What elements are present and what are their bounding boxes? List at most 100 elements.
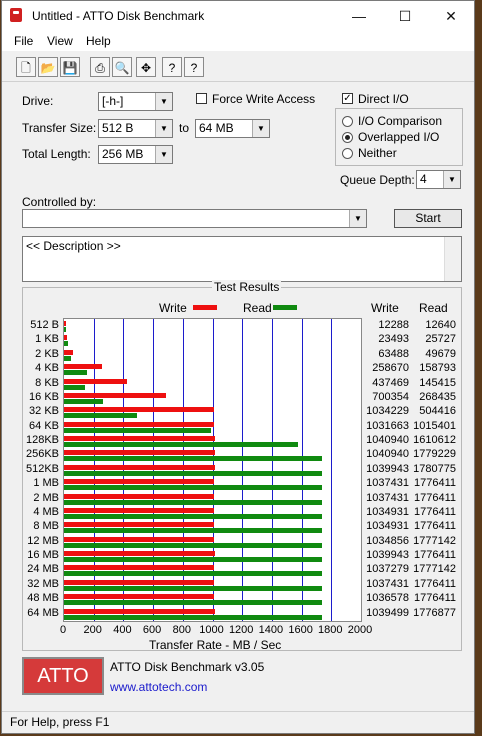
write-value: 12288 [378, 319, 409, 331]
website-link[interactable]: www.attotech.com [110, 680, 207, 694]
read-value: 1776411 [413, 592, 456, 605]
write-value: 1040940 [366, 434, 409, 447]
status-text: For Help, press F1 [10, 715, 110, 729]
read-bar [64, 528, 322, 534]
row-label: 4 KB [35, 362, 59, 375]
toolbar: 🗋 📂 💾 ⎙ 🔍 ✥ ? ? [2, 53, 474, 82]
write-value: 1039499 [366, 606, 409, 619]
read-bar [64, 341, 68, 347]
row-label: 64 MB [27, 606, 59, 619]
write-value: 1039943 [366, 462, 409, 475]
product-name: ATTO Disk Benchmark v3.05 [110, 660, 265, 674]
context-help-icon[interactable]: ? [184, 57, 204, 77]
row-label: 64 KB [29, 419, 59, 432]
transfer-size-from-value: 512 B [102, 121, 134, 135]
read-value: 1015401 [413, 419, 456, 432]
write-bar [64, 436, 215, 442]
maximize-button[interactable]: ☐ [382, 1, 428, 31]
window-title: Untitled - ATTO Disk Benchmark [32, 9, 205, 23]
move-icon[interactable]: ✥ [136, 57, 156, 77]
menu-help[interactable]: Help [86, 34, 111, 48]
write-bar [64, 392, 166, 398]
new-file-icon[interactable]: 🗋 [16, 57, 36, 77]
write-bar [64, 594, 215, 600]
menu-view[interactable]: View [47, 34, 73, 48]
drive-label: Drive: [22, 94, 54, 108]
read-value: 25727 [425, 333, 456, 346]
row-label: 1 MB [33, 477, 59, 490]
read-value: 12640 [425, 319, 456, 331]
read-value: 1776411 [413, 549, 456, 562]
description-box[interactable]: << Description >> [22, 236, 462, 282]
description-scrollbar[interactable] [444, 237, 461, 281]
write-bar [64, 522, 215, 528]
menu-file[interactable]: File [14, 34, 33, 48]
write-value: 63488 [378, 347, 409, 360]
write-bar [64, 479, 215, 485]
write-bar [64, 364, 102, 370]
row-label: 48 MB [27, 592, 59, 605]
read-bar [64, 571, 322, 577]
chevron-down-icon: ▼ [443, 171, 460, 188]
results-title: Test Results [212, 280, 282, 294]
write-bar [64, 493, 215, 499]
row-label: 32 KB [29, 405, 59, 418]
row-label: 1 KB [35, 333, 59, 346]
read-value: 1777142 [413, 563, 456, 576]
write-bar [64, 551, 215, 557]
write-value: 1031663 [366, 419, 409, 432]
drive-value: [-h-] [102, 94, 124, 108]
print-preview-icon[interactable]: 🔍 [112, 57, 132, 77]
transfer-size-to-select[interactable]: 64 MB ▼ [195, 119, 270, 138]
chevron-down-icon: ▼ [155, 93, 172, 110]
row-label: 8 MB [33, 520, 59, 533]
row-label: 128KB [25, 434, 59, 447]
write-value: 258670 [372, 362, 409, 375]
print-icon[interactable]: ⎙ [90, 57, 110, 77]
direct-io-checkbox[interactable]: ✓ [342, 93, 353, 104]
row-label: 512 B [30, 319, 59, 331]
minimize-button[interactable]: — [336, 1, 382, 31]
write-value: 437469 [372, 376, 409, 389]
legend-read-label: Read [243, 301, 272, 315]
controlled-by-select[interactable]: ▼ [22, 209, 367, 228]
to-label: to [179, 121, 190, 135]
drive-select[interactable]: [-h-] ▼ [98, 92, 173, 111]
read-value: 1776411 [413, 505, 456, 518]
write-bar [64, 349, 74, 355]
read-bar [64, 513, 322, 519]
close-button[interactable]: ✕ [428, 1, 474, 31]
direct-io-label: Direct I/O [358, 92, 409, 106]
overlapped-io-radio[interactable] [342, 132, 353, 143]
read-value: 1776411 [413, 491, 456, 504]
read-value: 158793 [419, 362, 456, 375]
queue-depth-select[interactable]: 4 ▼ [416, 170, 461, 189]
read-bar [64, 485, 322, 491]
read-value: 504416 [419, 405, 456, 418]
start-button[interactable]: Start [394, 209, 462, 228]
read-bar [64, 585, 322, 591]
row-label: 16 MB [27, 549, 59, 562]
neither-radio[interactable] [342, 148, 353, 159]
queue-depth-value: 4 [420, 172, 427, 186]
col-write-header: Write [371, 301, 399, 315]
transfer-size-from-select[interactable]: 512 B ▼ [98, 119, 173, 138]
total-length-select[interactable]: 256 MB ▼ [98, 145, 173, 164]
open-folder-icon[interactable]: 📂 [38, 57, 58, 77]
row-label: 24 MB [27, 563, 59, 576]
bar-chart [63, 318, 362, 622]
force-write-checkbox[interactable] [196, 93, 207, 104]
description-text: << Description >> [26, 239, 121, 253]
row-label: 2 KB [35, 347, 59, 360]
row-label: 2 MB [33, 491, 59, 504]
status-bar: For Help, press F1 [2, 711, 474, 733]
write-bar [64, 335, 68, 341]
write-bar [64, 507, 215, 513]
help-icon[interactable]: ? [162, 57, 182, 77]
grid-line [331, 319, 333, 621]
save-icon[interactable]: 💾 [60, 57, 80, 77]
io-comparison-radio[interactable] [342, 116, 353, 127]
menu-bar: File View Help [2, 31, 474, 51]
read-value: 1776877 [413, 606, 456, 619]
write-bar [64, 321, 66, 326]
